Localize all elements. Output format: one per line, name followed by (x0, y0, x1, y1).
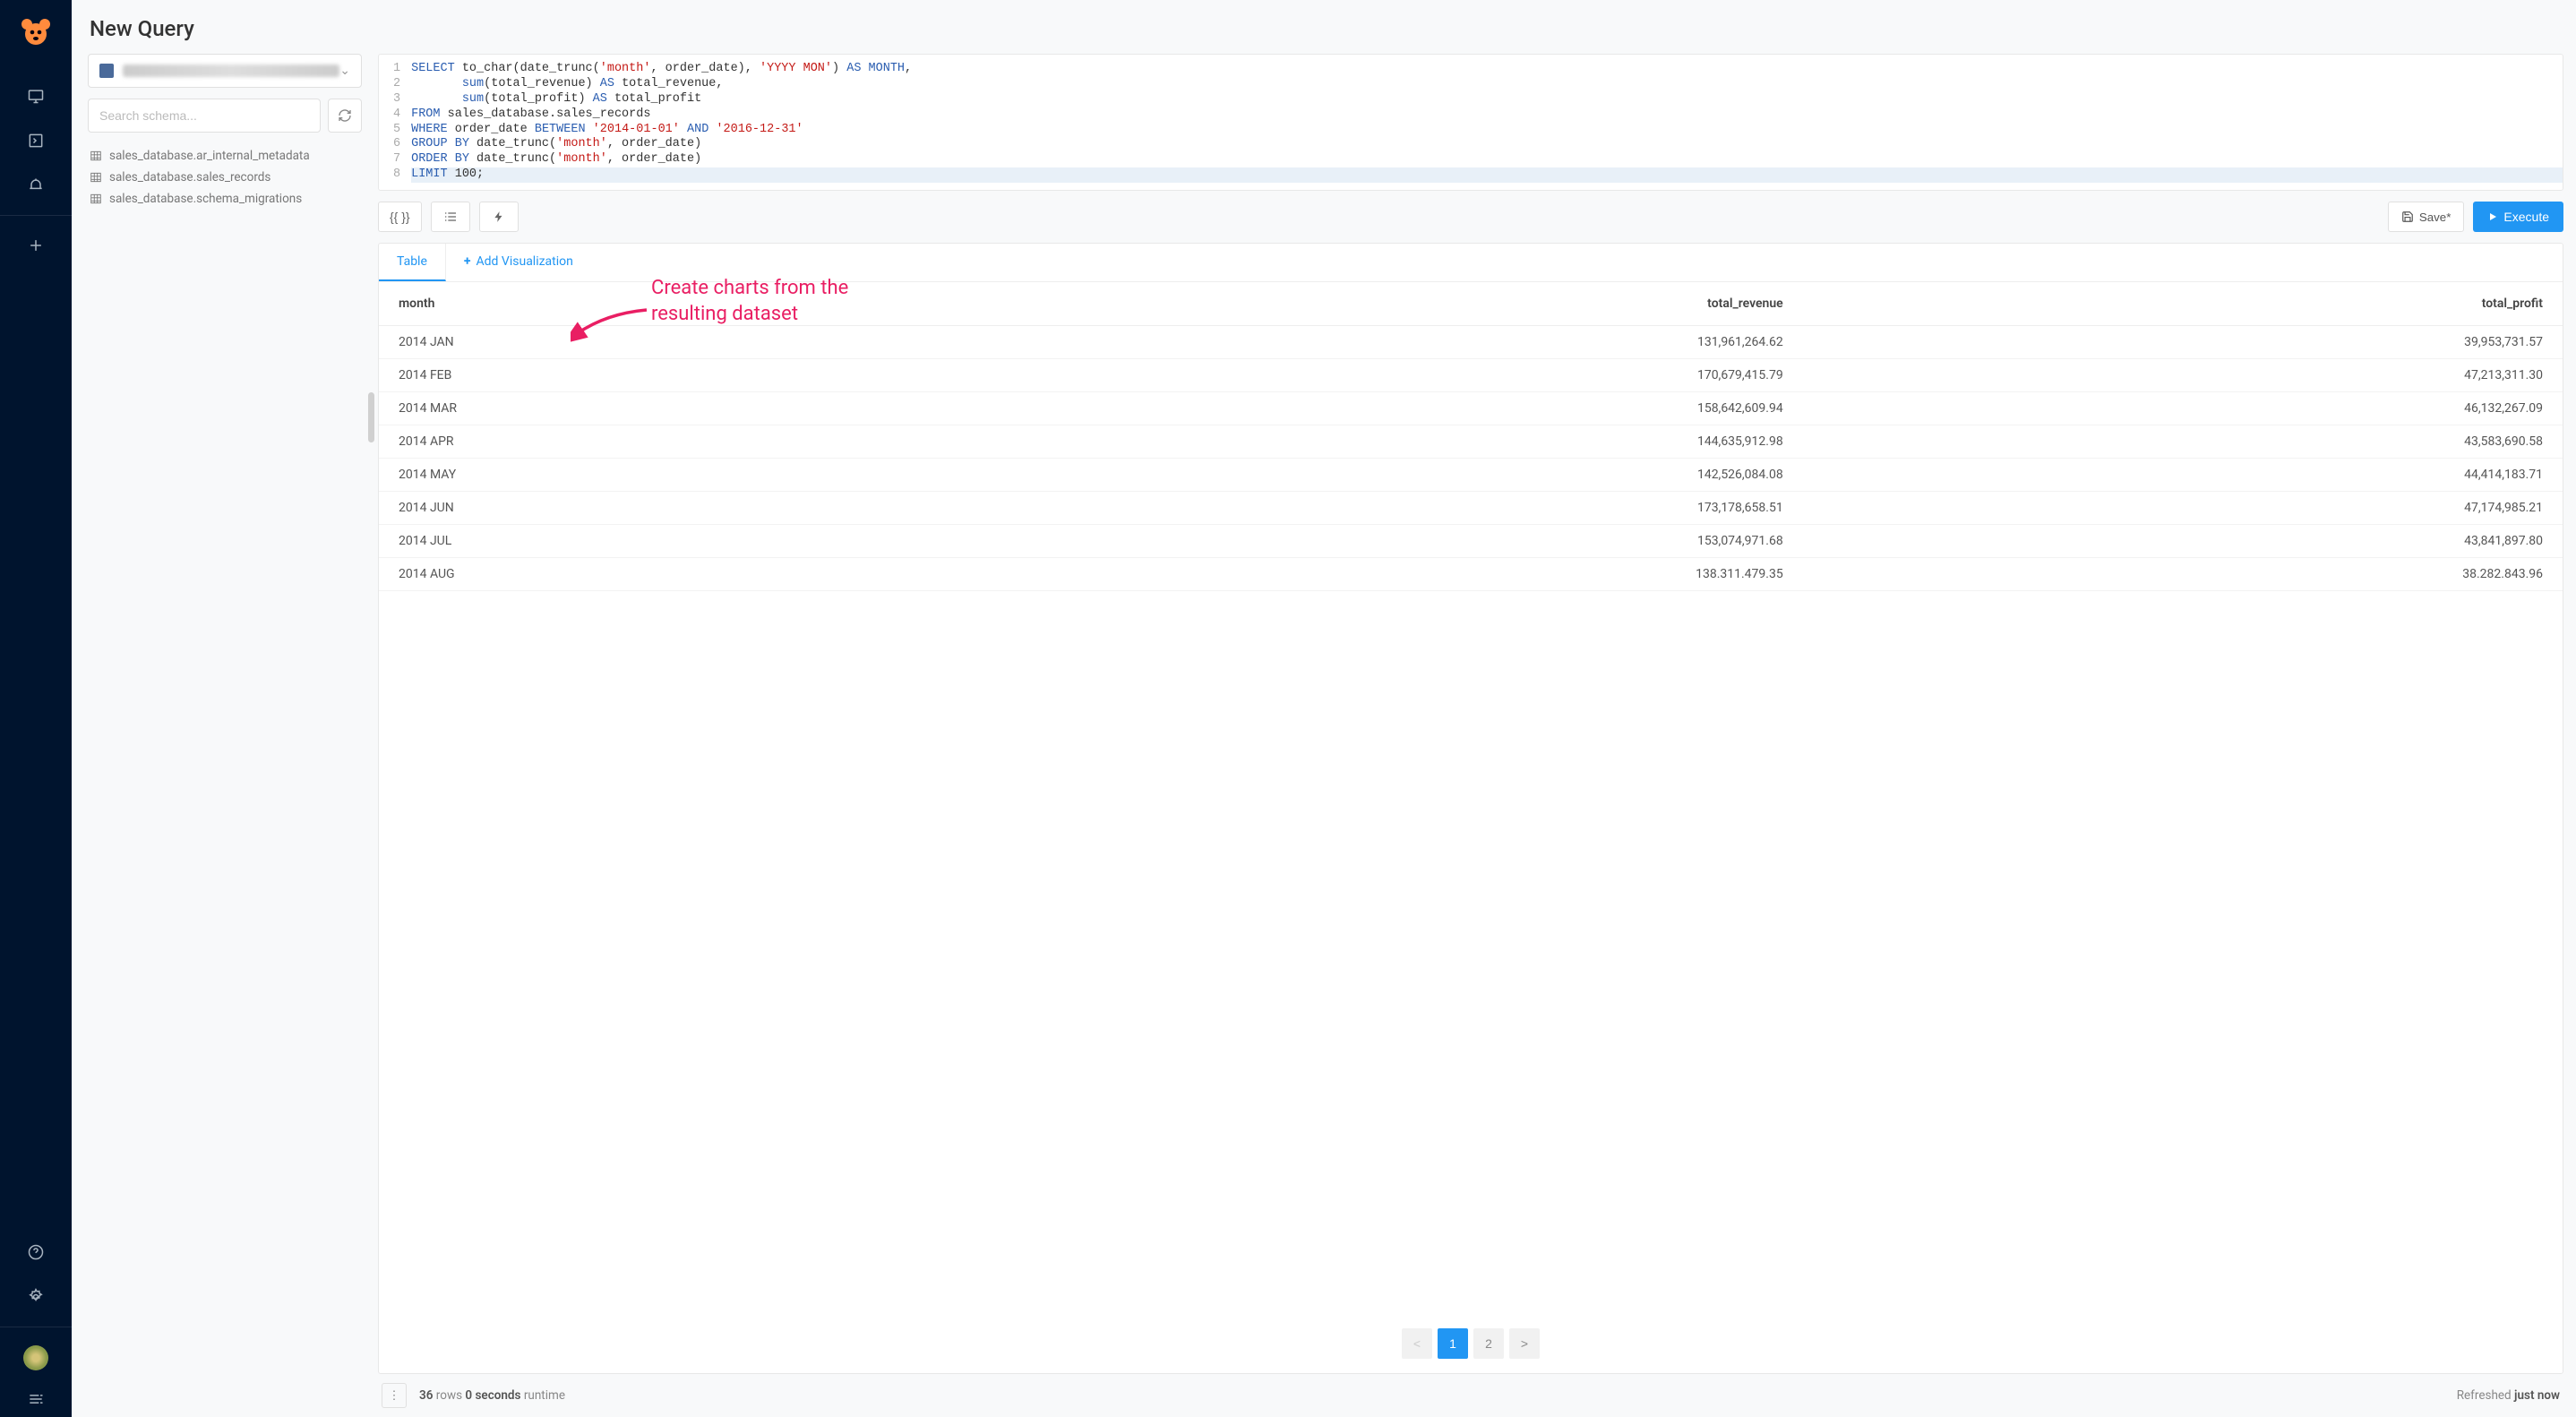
editor-toolbar: {{ }} Save* Execute (378, 202, 2563, 232)
schema-table-item[interactable]: sales_database.ar_internal_metadata (88, 145, 362, 167)
datasource-name-blurred (123, 64, 339, 77)
nav-create-icon[interactable] (0, 223, 72, 268)
column-header[interactable]: total_profit (1803, 282, 2563, 326)
schema-refresh-button[interactable] (328, 99, 362, 133)
datasource-select[interactable]: ⌄ (88, 54, 362, 88)
column-header[interactable]: total_revenue (999, 282, 1803, 326)
pager-prev: < (1402, 1328, 1432, 1359)
table-row: 2014 FEB170,679,415.7947,213,311.30 (379, 359, 2563, 392)
row-count: 36 (419, 1388, 433, 1403)
add-viz-label: Add Visualization (477, 254, 573, 269)
table-row: 2014 AUG138.311.479.3538.282.843.96 (379, 558, 2563, 591)
tab-add-visualization[interactable]: + Add Visualization (446, 244, 591, 281)
scrollbar-handle[interactable] (368, 392, 374, 442)
pager-page[interactable]: 2 (1473, 1328, 1504, 1359)
refreshed-time: just now (2514, 1388, 2560, 1403)
nav-dashboards-icon[interactable] (0, 73, 72, 118)
schema-table-item[interactable]: sales_database.sales_records (88, 167, 362, 188)
nav-settings-icon[interactable] (0, 1275, 72, 1319)
results-footer: ⋮ 36 rows 0 seconds runtime Refreshed ju… (378, 1374, 2563, 1417)
schema-panel: ⌄ sales_database.ar_internal_metadatasal… (72, 54, 378, 1417)
save-button[interactable]: Save* (2388, 202, 2465, 232)
query-panel: 12345678 SELECT to_char(date_trunc('mont… (378, 54, 2576, 1417)
nav-alerts-icon[interactable] (0, 163, 72, 208)
page-header: New Query (72, 0, 2576, 54)
plus-icon: + (464, 254, 471, 269)
pagination: <12> (379, 1318, 2563, 1373)
postgres-icon (99, 64, 114, 78)
results-tabs: Table + Add Visualization (379, 244, 2563, 282)
user-avatar[interactable] (23, 1345, 48, 1370)
runtime-value: 0 seconds (465, 1388, 520, 1403)
table-row: 2014 JAN131,961,264.6239,953,731.57 (379, 326, 2563, 359)
left-rail (0, 0, 72, 1417)
page-title: New Query (90, 16, 2558, 41)
schema-table-item[interactable]: sales_database.schema_migrations (88, 188, 362, 210)
save-label: Save* (2419, 210, 2451, 224)
tab-table[interactable]: Table (379, 244, 446, 281)
format-query-button[interactable] (431, 202, 470, 232)
table-row: 2014 APR144,635,912.9843,583,690.58 (379, 425, 2563, 459)
nav-queries-icon[interactable] (0, 118, 72, 163)
query-params-button[interactable]: {{ }} (378, 202, 422, 232)
autocomplete-button[interactable] (479, 202, 519, 232)
schema-table-list: sales_database.ar_internal_metadatasales… (88, 145, 362, 210)
app-logo[interactable] (20, 16, 52, 48)
nav-help-icon[interactable] (0, 1230, 72, 1275)
nav-collapse-icon[interactable] (0, 1381, 72, 1417)
execute-label: Execute (2503, 210, 2549, 224)
schema-search-input[interactable] (88, 99, 321, 133)
pager-page[interactable]: 1 (1438, 1328, 1468, 1359)
table-row: 2014 JUN173,178,658.5147,174,985.21 (379, 492, 2563, 525)
pager-next[interactable]: > (1509, 1328, 1540, 1359)
sql-editor[interactable]: 12345678 SELECT to_char(date_trunc('mont… (378, 54, 2563, 191)
rail-divider (0, 215, 72, 216)
table-row: 2014 MAY142,526,084.0844,414,183.71 (379, 459, 2563, 492)
table-row: 2014 MAR158,642,609.9446,132,267.09 (379, 392, 2563, 425)
footer-menu-button[interactable]: ⋮ (382, 1383, 407, 1408)
column-header[interactable]: month (379, 282, 999, 326)
execute-button[interactable]: Execute (2473, 202, 2563, 232)
table-row: 2014 JUL153,074,971.6843,841,897.80 (379, 525, 2563, 558)
chevron-down-icon: ⌄ (339, 64, 350, 78)
results-panel: Table + Add Visualization monthtotal_rev… (378, 243, 2563, 1374)
results-table: monthtotal_revenuetotal_profit 2014 JAN1… (379, 282, 2563, 591)
